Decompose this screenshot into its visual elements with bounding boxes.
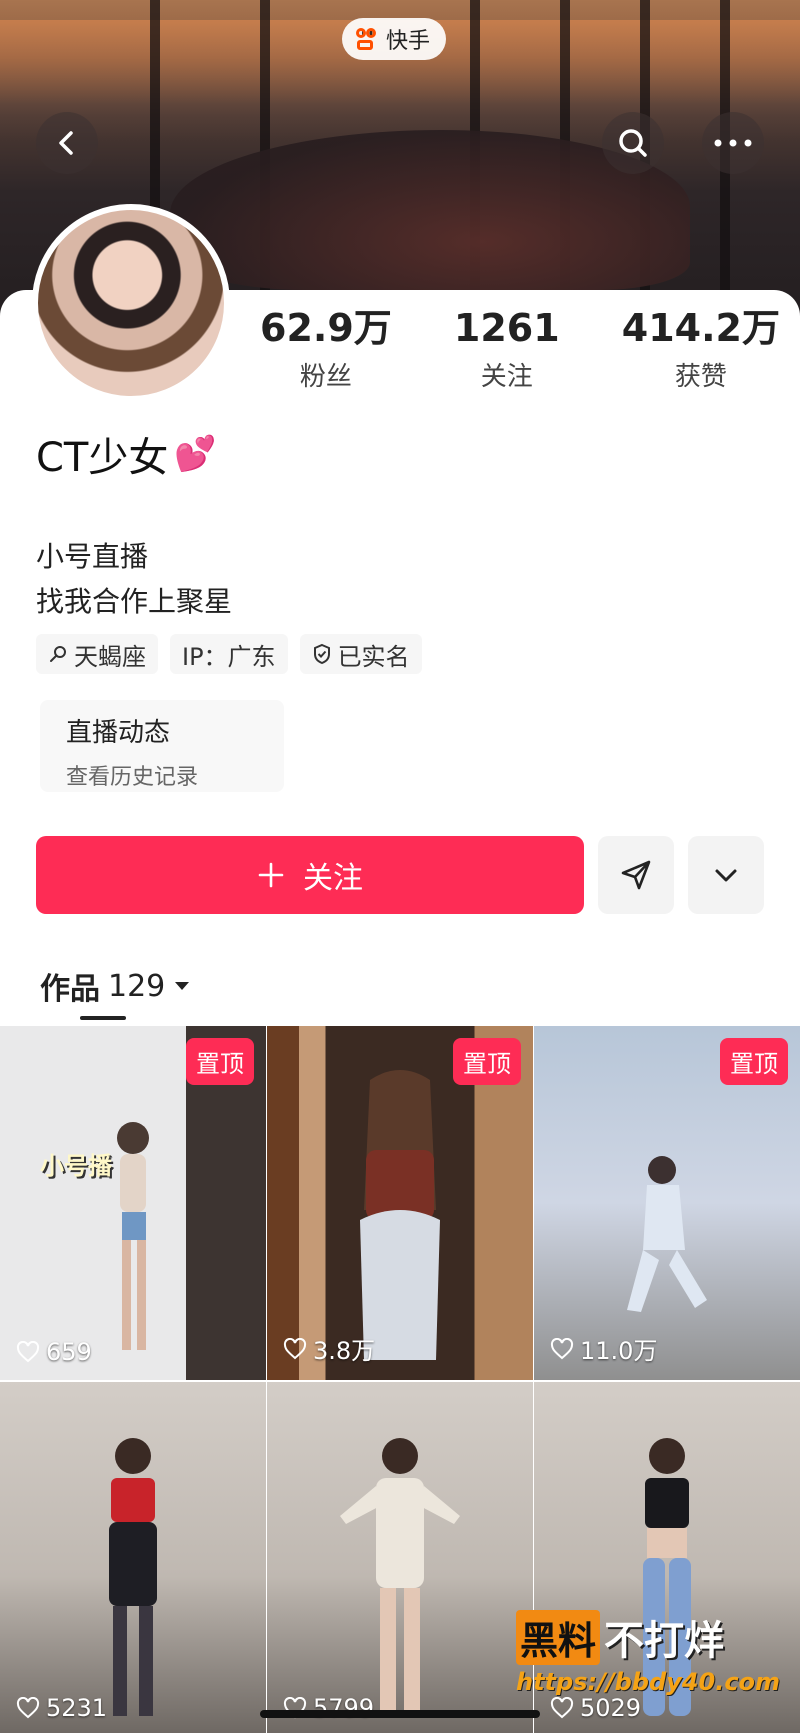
live-card-title: 直播动态 bbox=[66, 718, 171, 748]
kuaishou-logo-icon bbox=[354, 26, 380, 52]
tag-zodiac[interactable]: 天蝎座 bbox=[36, 634, 158, 674]
tag-text: 已实名 bbox=[337, 642, 410, 671]
watermark-url: https://bbdy40.com bbox=[516, 1668, 781, 1696]
tab-underline bbox=[80, 1016, 126, 1020]
avatar[interactable] bbox=[32, 204, 230, 402]
tag-verified[interactable]: 已实名 bbox=[299, 634, 422, 674]
heart-icon bbox=[283, 1337, 307, 1359]
video-card[interactable]: 置顶 3.8万 bbox=[267, 1026, 533, 1380]
tag-text: 天蝎座 bbox=[74, 642, 146, 671]
bio-line: 小号直播 bbox=[36, 540, 149, 573]
stat-label: 获赞 bbox=[674, 362, 727, 392]
heart-icon bbox=[16, 1341, 40, 1363]
video-card[interactable]: 小号播 置顶 659 bbox=[0, 1026, 266, 1380]
hearts-emoji: 💕 bbox=[174, 434, 217, 474]
caret-down-icon bbox=[175, 982, 190, 990]
search-button[interactable] bbox=[602, 112, 664, 174]
video-likes: 5029 bbox=[550, 1694, 641, 1722]
heart-icon bbox=[550, 1697, 574, 1719]
stat-label: 关注 bbox=[480, 362, 533, 392]
watermark-brand-a: 黑料 bbox=[516, 1609, 601, 1665]
kuaishou-badge[interactable]: 快手 bbox=[342, 18, 447, 60]
pinned-badge: 置顶 bbox=[720, 1038, 788, 1085]
video-likes: 11.0万 bbox=[550, 1331, 657, 1366]
profile-nickname: CT少女 💕 bbox=[36, 425, 217, 483]
stat-value: 414.2万 bbox=[621, 306, 780, 350]
video-thumbnail-figure bbox=[109, 1438, 157, 1716]
follow-label: 关注 bbox=[303, 861, 363, 896]
live-card-subtitle: 查看历史记录 bbox=[66, 765, 199, 790]
profile-tags: 天蝎座 IP：广东 已实名 bbox=[36, 634, 422, 674]
send-icon bbox=[621, 860, 651, 890]
profile-stats: 62.9万 粉丝 1261 关注 414.2万 获赞 bbox=[260, 306, 780, 393]
live-history-card[interactable]: 直播动态 查看历史记录 bbox=[40, 700, 284, 792]
tab-label: 作品 bbox=[40, 972, 100, 1007]
plus-icon bbox=[258, 862, 284, 888]
nickname-text: CT少女 bbox=[36, 435, 169, 481]
likes-count: 659 bbox=[46, 1338, 92, 1366]
app-name: 快手 bbox=[386, 29, 431, 54]
stat-likes[interactable]: 414.2万 获赞 bbox=[622, 306, 780, 393]
stat-value: 62.9万 bbox=[260, 306, 392, 350]
chevron-left-icon bbox=[59, 131, 73, 155]
video-likes: 659 bbox=[16, 1338, 92, 1366]
likes-count: 3.8万 bbox=[313, 1337, 376, 1365]
video-card[interactable]: 5231 bbox=[0, 1382, 266, 1733]
video-thumbnail-figure bbox=[627, 1156, 707, 1312]
likes-count: 5231 bbox=[46, 1694, 108, 1722]
more-button[interactable] bbox=[702, 112, 764, 174]
search-icon bbox=[619, 129, 647, 157]
video-thumbnail-figure bbox=[360, 1070, 440, 1360]
bio-line: 找我合作上聚星 bbox=[36, 585, 233, 618]
tag-text: IP：广东 bbox=[182, 642, 276, 671]
home-indicator[interactable] bbox=[260, 1710, 540, 1718]
pinned-badge: 置顶 bbox=[453, 1038, 521, 1085]
follow-button[interactable]: 关注 bbox=[36, 836, 584, 914]
pinned-badge: 置顶 bbox=[186, 1038, 254, 1085]
video-thumbnail-figure bbox=[117, 1122, 149, 1350]
video-thumbnail-figure bbox=[340, 1438, 460, 1716]
expand-button[interactable] bbox=[688, 836, 764, 914]
video-card[interactable]: 置顶 11.0万 bbox=[534, 1026, 800, 1380]
back-button[interactable] bbox=[36, 112, 98, 174]
video-likes: 5231 bbox=[16, 1694, 107, 1722]
stat-following[interactable]: 1261 关注 bbox=[442, 306, 572, 393]
shield-check-icon bbox=[313, 643, 330, 665]
more-dots-icon bbox=[714, 139, 752, 147]
likes-count: 11.0万 bbox=[580, 1337, 658, 1365]
tab-works[interactable]: 作品 129 bbox=[40, 964, 191, 1008]
pin-icon bbox=[50, 646, 66, 662]
share-button[interactable] bbox=[598, 836, 674, 914]
stat-label: 粉丝 bbox=[299, 362, 352, 392]
chevron-down-icon bbox=[715, 869, 737, 882]
watermark-brand-b: 不打烊 bbox=[604, 1618, 725, 1664]
works-count: 129 bbox=[108, 968, 166, 1004]
tag-ip: IP：广东 bbox=[170, 634, 288, 674]
likes-count: 5029 bbox=[580, 1694, 642, 1722]
video-card[interactable]: 5799 bbox=[267, 1382, 533, 1733]
stat-value: 1261 bbox=[453, 306, 560, 350]
site-watermark: 黑料 不打烊 https://bbdy40.com bbox=[516, 1608, 780, 1696]
stat-fans[interactable]: 62.9万 粉丝 bbox=[260, 306, 392, 393]
video-likes: 3.8万 bbox=[283, 1331, 375, 1366]
heart-icon bbox=[16, 1697, 40, 1719]
heart-icon bbox=[550, 1337, 574, 1359]
